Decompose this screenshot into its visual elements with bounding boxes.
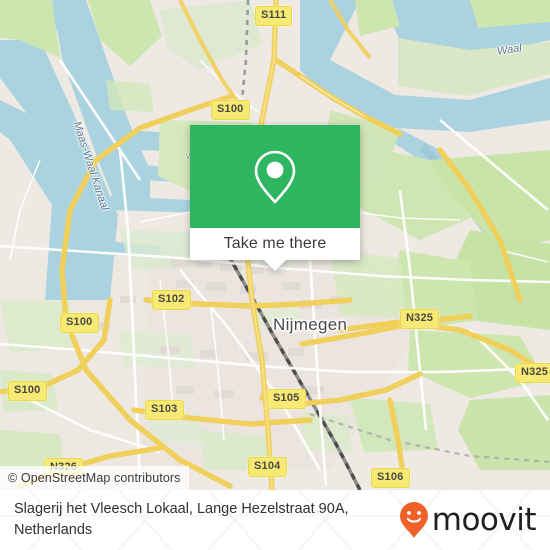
moovit-smiley-pin-icon	[399, 502, 428, 538]
road-shield[interactable]: S103	[145, 400, 184, 420]
road-shield[interactable]: N325	[515, 363, 550, 383]
road-shield[interactable]: S105	[267, 389, 306, 409]
map-screenshot: Nijmegen Maas-Waal Kanaal Waal Waalbrug …	[0, 0, 550, 550]
attribution-text: © OpenStreetMap contributors	[8, 471, 181, 485]
road-shield[interactable]: S111	[255, 6, 293, 26]
moovit-wordmark: moovit	[431, 501, 537, 538]
road-shield[interactable]: S100	[211, 100, 250, 120]
popup-card-footer[interactable]: Take me there	[190, 228, 360, 260]
popup-card-tail	[264, 260, 286, 271]
map-pin-icon	[254, 150, 296, 203]
take-me-there-button[interactable]: Take me there	[224, 235, 327, 253]
moovit-logo[interactable]: moovit	[399, 501, 537, 539]
road-shield[interactable]: S106	[371, 468, 410, 488]
road-shield[interactable]: S100	[60, 313, 99, 333]
place-address: Slagerij het Vleesch Lokaal, Lange Hezel…	[14, 500, 349, 538]
road-shield[interactable]: S100	[8, 381, 47, 401]
location-popup-card[interactable]: Take me there	[190, 125, 360, 271]
road-shield[interactable]: N325	[400, 309, 440, 329]
map-attribution[interactable]: © OpenStreetMap contributors	[0, 466, 189, 490]
popup-card-header	[190, 125, 360, 228]
map-canvas[interactable]: Nijmegen Maas-Waal Kanaal Waal Waalbrug …	[0, 0, 550, 490]
footer-bar: Slagerij het Vleesch Lokaal, Lange Hezel…	[0, 490, 550, 550]
road-shield[interactable]: S102	[152, 290, 191, 310]
road-shield[interactable]: S104	[248, 457, 287, 477]
